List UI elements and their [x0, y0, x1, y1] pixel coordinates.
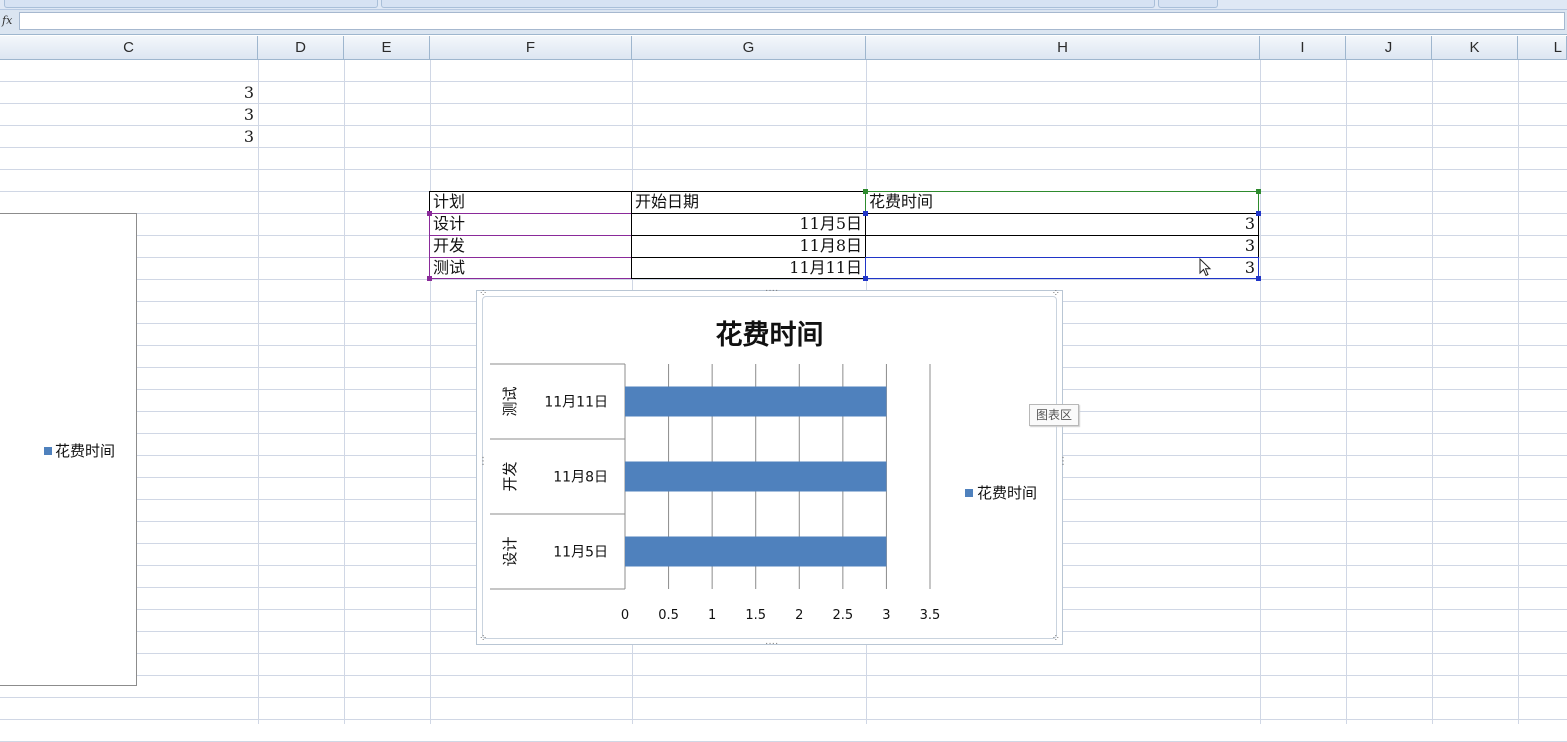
cell-c-value[interactable]: 3 — [0, 82, 254, 104]
category-group-label: 测试 — [501, 386, 519, 416]
cell-c-value[interactable]: 3 — [0, 126, 254, 148]
grid-row-line — [0, 675, 1567, 676]
chart-area[interactable]: ···· ···· ⋮ ⋮ ⁘ ⁘ ⁘ ⁘ 花费时间 0 0.5 1 1.5 2 2.5 3… — [476, 286, 1068, 649]
table-cell-start[interactable]: 11月11日 — [631, 257, 866, 279]
table-cell-plan[interactable]: 开发 — [429, 235, 632, 258]
bar — [625, 536, 887, 567]
table-cell-plan[interactable]: 设计 — [429, 213, 632, 236]
category-group-label: 开发 — [501, 461, 519, 491]
category-label: 11月8日 — [553, 470, 608, 486]
legend-label: 花费时间 — [55, 442, 116, 460]
column-header-e[interactable]: E — [344, 36, 430, 59]
legend-marker — [965, 489, 973, 497]
column-header-g[interactable]: G — [632, 36, 866, 59]
grid-column-line — [1260, 60, 1261, 724]
grid-row-line — [0, 719, 1567, 720]
mouse-cursor-icon — [1199, 258, 1212, 277]
table-cell-plan[interactable]: 测试 — [429, 257, 632, 279]
column-header-h[interactable]: H — [866, 36, 1260, 59]
category-label: 11月11日 — [544, 395, 608, 411]
legend-marker — [44, 446, 52, 455]
ribbon-button-right[interactable] — [1158, 0, 1218, 8]
column-header-c[interactable]: C — [0, 36, 258, 59]
selection-handle[interactable] — [863, 211, 868, 216]
chart-plot: 0 0.5 1 1.5 2 2.5 3 3.5 11月5日 设计 11月8日 开发 11月11日 测试花费… — [490, 363, 1037, 623]
table-header-plan[interactable]: 计划 — [429, 191, 632, 214]
x-tick-label: 2.5 — [833, 608, 854, 623]
selection-handle[interactable] — [1256, 276, 1261, 281]
x-tick-label: 3.5 — [920, 608, 941, 623]
x-tick-label: 3 — [882, 608, 890, 623]
selection-handle[interactable] — [427, 211, 432, 216]
ribbon-strip — [0, 0, 1567, 10]
grid-column-line — [1346, 60, 1347, 724]
x-tick-label: 2 — [795, 608, 803, 623]
legend-label: 花费时间 — [977, 484, 1037, 502]
column-header-i[interactable]: I — [1260, 36, 1346, 59]
grid-row-line — [0, 279, 1567, 280]
selection-handle[interactable] — [863, 189, 868, 194]
grid-row-line — [0, 169, 1567, 170]
grid-column-line — [430, 60, 431, 724]
ribbon-button-left[interactable] — [4, 0, 378, 8]
x-tick-label: 1 — [708, 608, 716, 623]
column-header-k[interactable]: K — [1432, 36, 1518, 59]
data-table: 计划 开始日期 花费时间 设计 11月5日 3 开发 11月8日 3 测试 11… — [427, 189, 1261, 281]
chart-area-tooltip: 图表区 — [1029, 404, 1079, 426]
column-header-d[interactable]: D — [258, 36, 344, 59]
left-chart-area[interactable]: 花费时间 — [0, 213, 137, 686]
category-group-label: 设计 — [501, 536, 519, 566]
table-cell-start[interactable]: 11月5日 — [631, 213, 866, 236]
selection-handle[interactable] — [1256, 189, 1261, 194]
grid-column-line — [1432, 60, 1433, 724]
grid-column-line — [258, 60, 259, 724]
table-cell-start[interactable]: 11月8日 — [631, 235, 866, 258]
table-header-duration[interactable]: 花费时间 — [865, 191, 1259, 214]
x-tick-label: 0 — [621, 608, 629, 623]
cell-c-value[interactable]: 3 — [0, 104, 254, 126]
column-header-l[interactable]: L — [1518, 36, 1567, 59]
table-cell-duration[interactable]: 3 — [865, 235, 1259, 258]
fx-icon[interactable]: fx — [2, 12, 18, 30]
selection-handle[interactable] — [427, 276, 432, 281]
x-tick-label: 1.5 — [745, 608, 766, 623]
column-header-f[interactable]: F — [430, 36, 632, 59]
bar — [625, 386, 887, 417]
selection-handle[interactable] — [1256, 211, 1261, 216]
formula-input[interactable] — [19, 12, 1565, 30]
grid-column-line — [344, 60, 345, 724]
ribbon-button-middle[interactable] — [381, 0, 1155, 8]
grid-row-line — [0, 697, 1567, 698]
grid-row-line — [0, 653, 1567, 654]
category-label: 11月5日 — [553, 545, 608, 561]
x-tick-label: 0.5 — [658, 608, 679, 623]
left-chart-legend: 花费时间 — [44, 440, 115, 461]
formula-bar: fx — [0, 10, 1567, 35]
bar — [625, 461, 887, 492]
grid-column-line — [1518, 60, 1519, 724]
table-cell-duration[interactable]: 3 — [865, 213, 1259, 236]
table-header-start[interactable]: 开始日期 — [631, 191, 866, 214]
column-header-j[interactable]: J — [1346, 36, 1432, 59]
column-header-bar: C D E F G H I J K L — [0, 36, 1567, 60]
selection-handle[interactable] — [863, 276, 868, 281]
